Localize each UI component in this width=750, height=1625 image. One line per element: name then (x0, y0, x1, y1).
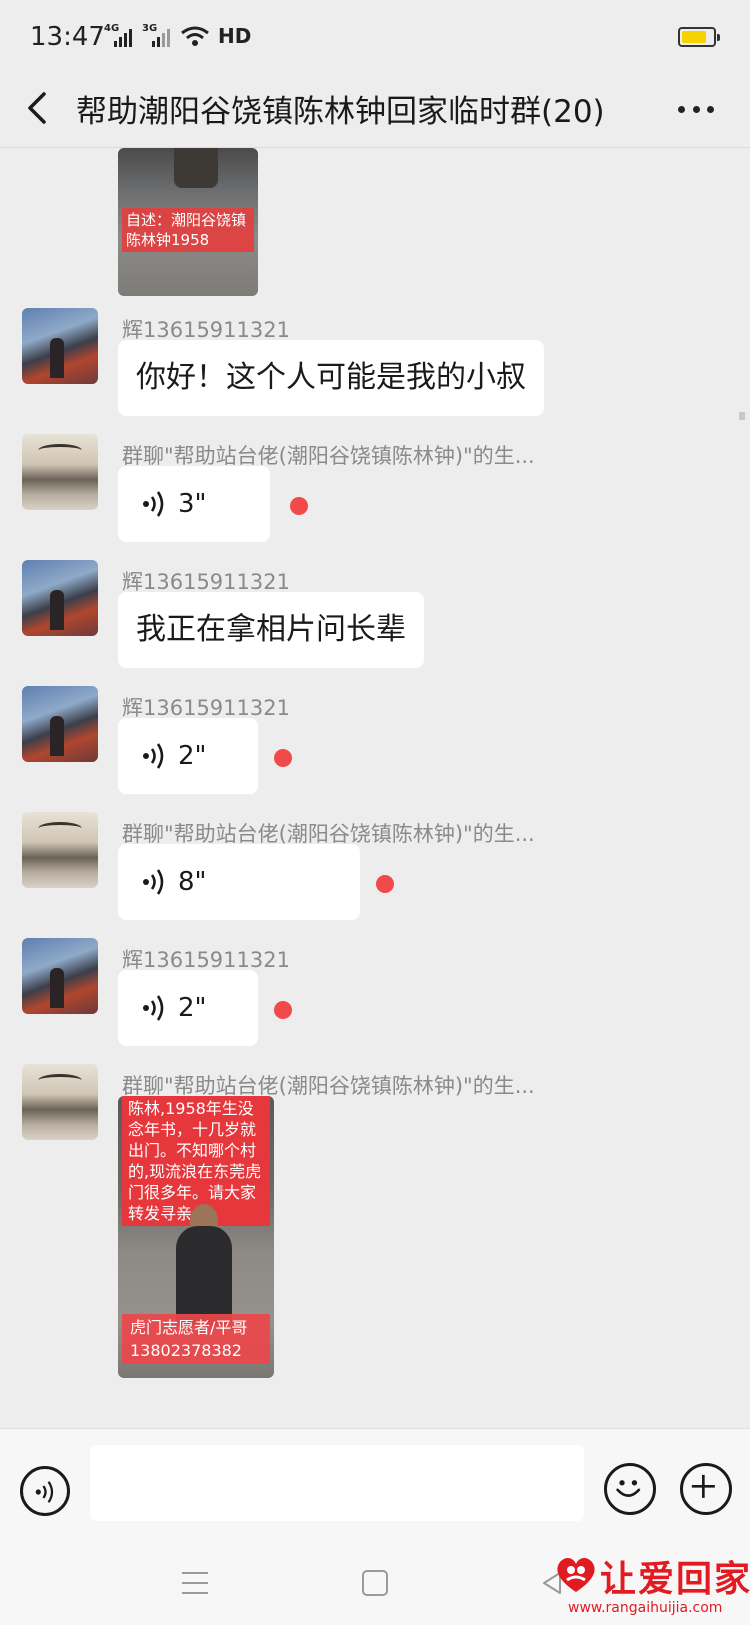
unread-dot (274, 749, 292, 767)
hd-voice-label: HD (218, 24, 252, 48)
avatar[interactable] (22, 560, 98, 636)
voice-bubble[interactable]: 2" (118, 970, 258, 1046)
avatar[interactable] (22, 938, 98, 1014)
battery-icon (678, 27, 720, 47)
voice-wave-icon (143, 743, 164, 769)
image-caption: 自述：潮阳谷饶镇陈林钟1958 (122, 208, 254, 252)
avatar[interactable] (22, 434, 98, 510)
unread-dot (376, 875, 394, 893)
status-icons: 4G 3G HD (104, 23, 252, 48)
watermark-logo: 让爱回家 www.rangaihuijia.com (548, 1546, 750, 1624)
status-bar: 13:47 4G 3G HD (0, 0, 750, 72)
input-bar (0, 1428, 750, 1548)
wifi-icon (181, 26, 209, 46)
avatar[interactable] (22, 812, 98, 888)
message-image[interactable]: 自述：潮阳谷饶镇陈林钟1958 (118, 148, 258, 296)
heart-logo-icon (557, 1557, 595, 1592)
menu-key-icon[interactable] (182, 1572, 208, 1594)
emoji-icon[interactable] (604, 1463, 656, 1515)
voice-duration: 2" (178, 993, 207, 1023)
avatar[interactable] (22, 308, 98, 384)
voice-bubble[interactable]: 3" (118, 466, 270, 542)
text-bubble[interactable]: 我正在拿相片问长辈 (118, 592, 424, 668)
scroll-indicator (739, 412, 745, 420)
voice-duration: 8" (178, 867, 207, 897)
chat-title: 帮助潮阳谷饶镇陈林钟回家临时群(20) (76, 94, 605, 130)
signal-4g-icon: 4G (104, 23, 134, 47)
plus-icon[interactable] (680, 1463, 732, 1515)
voice-toggle-icon[interactable] (20, 1466, 70, 1516)
unread-dot (290, 497, 308, 515)
avatar[interactable] (22, 1064, 98, 1140)
unread-dot (274, 1001, 292, 1019)
avatar[interactable] (22, 686, 98, 762)
more-dots-icon[interactable] (678, 106, 714, 114)
message-image[interactable]: 陈林,1958年生没念年书，十几岁就出门。不知哪个村的,现流浪在东莞虎门很多年。… (118, 1096, 274, 1378)
status-time: 13:47 (30, 22, 105, 52)
message-input[interactable] (90, 1445, 584, 1521)
text-bubble[interactable]: 你好！这个人可能是我的小叔 (118, 340, 544, 416)
voice-wave-icon (143, 491, 164, 517)
voice-duration: 3" (178, 489, 207, 519)
voice-wave-icon (143, 869, 164, 895)
chat-header: 帮助潮阳谷饶镇陈林钟回家临时群(20) (0, 72, 750, 148)
signal-3g-icon: 3G (142, 23, 172, 47)
home-key-icon[interactable] (362, 1570, 388, 1596)
image-footer-text: 虎门志愿者/平哥 13802378382 (122, 1314, 270, 1364)
voice-bubble[interactable]: 2" (118, 718, 258, 794)
voice-duration: 2" (178, 741, 207, 771)
watermark-url: www.rangaihuijia.com (568, 1600, 723, 1616)
voice-bubble[interactable]: 8" (118, 844, 360, 920)
chevron-left-icon[interactable] (22, 88, 52, 128)
message-list[interactable]: 自述：潮阳谷饶镇陈林钟1958 辉13615911321 你好！这个人可能是我的… (0, 148, 750, 1428)
voice-wave-icon (143, 995, 164, 1021)
watermark-title: 让爱回家 (600, 1558, 750, 1600)
